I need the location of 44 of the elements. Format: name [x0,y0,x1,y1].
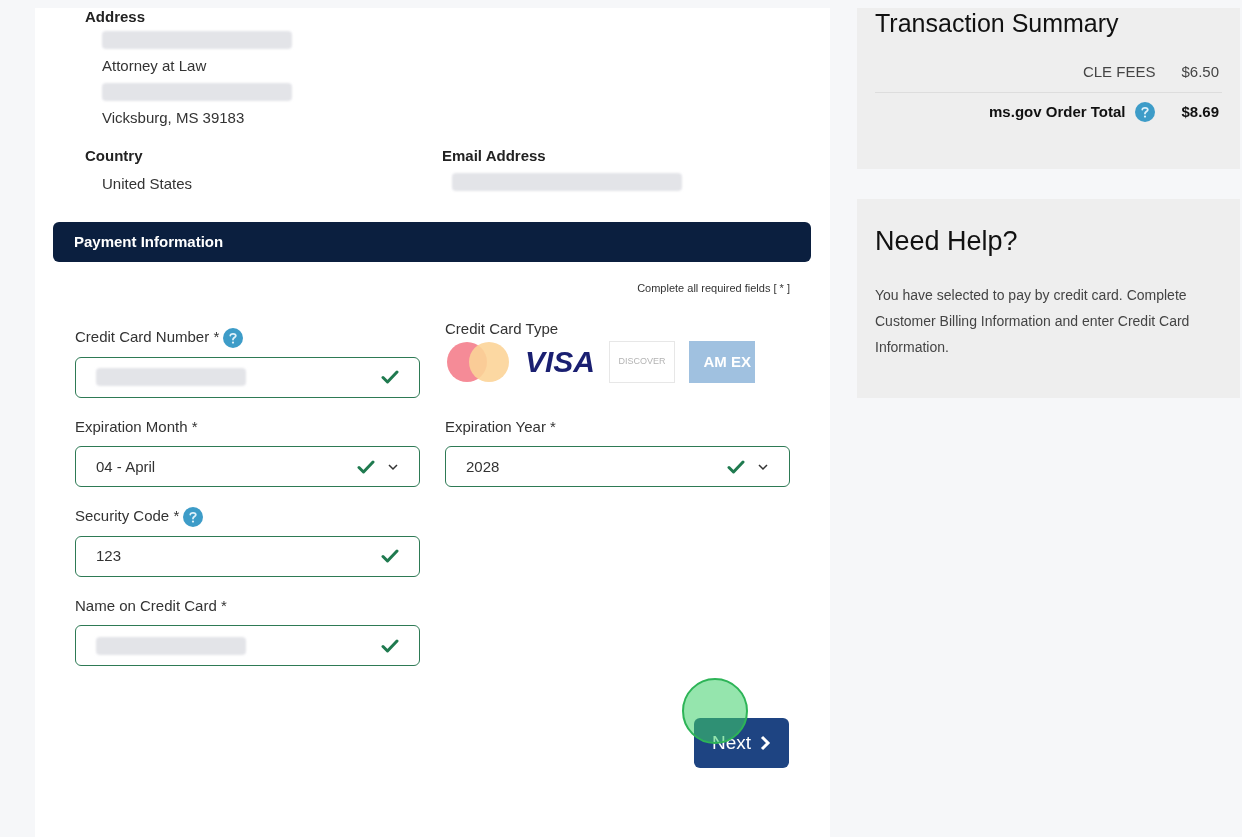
checkmark-icon [727,459,745,474]
help-icon[interactable] [1135,102,1156,122]
required-note: Complete all required fields [ * ] [637,280,790,296]
panel-title: Need Help? [875,225,1019,259]
field-label: Credit Card Number * [75,327,220,348]
card-logo: VISA [525,346,596,377]
chevron-right-icon [759,735,771,752]
select-field[interactable]: 2028 [445,446,790,488]
help-text: You have selected to pay by credit card. Complete Customer Billing Information and enter Credit Card Information. [875,285,1191,357]
input-field[interactable] [75,625,420,667]
panel-title: Transaction Summary [875,8,1120,39]
field-value: 2028 [466,456,500,477]
help-icon[interactable] [183,506,204,527]
section-header: Payment Information [53,221,811,262]
checkmark-icon [381,638,399,653]
field-value: 04 - April [96,456,156,477]
input-field[interactable] [75,356,420,398]
section-label: Email Address [442,145,547,166]
field-label: Security Code * [75,506,180,527]
input-field[interactable]: 123 [75,535,420,577]
checkmark-icon [381,370,399,385]
field-value: 123 [96,546,122,566]
address-line: Attorney at Law [102,56,208,75]
country-value: United States [101,174,194,195]
section-label: Country [85,145,144,166]
summary-amount: $6.50 [1181,62,1219,83]
summary-label: ms.gov Order Total [989,101,1126,122]
checkmark-icon [381,549,399,564]
summary-amount: $8.69 [1181,101,1219,122]
section-label: Address [85,8,147,27]
address-line: Vicksburg, MS 39183 [102,108,246,127]
chevron-down-icon [757,462,769,471]
field-label: Name on Credit Card * [75,595,227,616]
card-logo: AM EX [689,340,756,383]
help-icon[interactable] [223,327,244,348]
field-label: Credit Card Type [445,319,560,340]
field-label: Expiration Month * [75,416,198,437]
chevron-down-icon [387,462,399,471]
next-button[interactable]: Next [693,718,789,769]
field-label: Expiration Year * [445,416,556,437]
select-field[interactable]: 04 - April [75,446,420,488]
card-logo: DISCOVER [609,340,676,383]
summary-label: CLE FEES [1082,62,1156,83]
checkmark-icon [357,459,375,474]
